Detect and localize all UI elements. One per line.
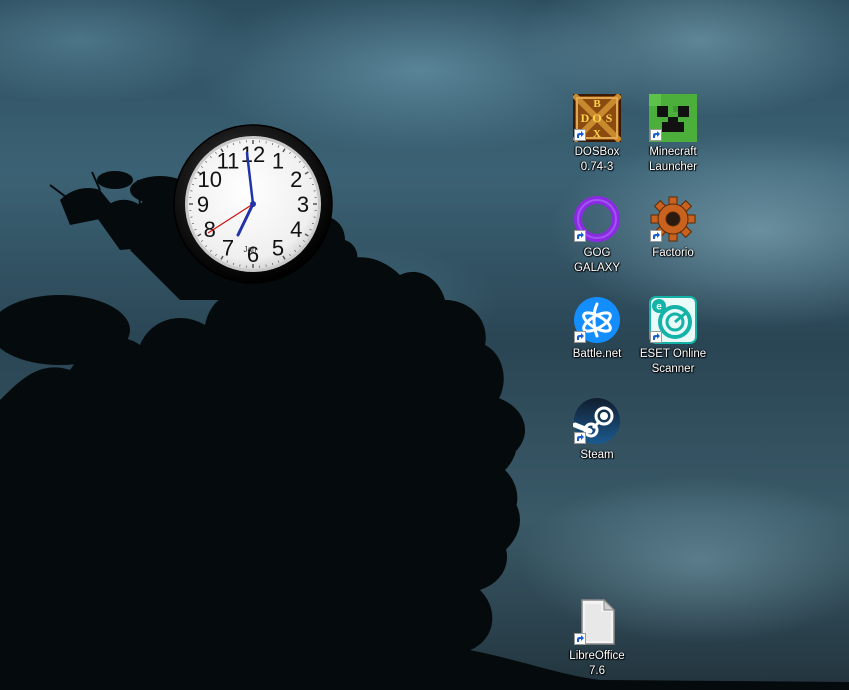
desktop-icon-label: LibreOffice 7.6 [569,650,625,677]
svg-text:S: S [606,111,613,125]
libreoffice-document-icon [573,598,621,646]
svg-text:O: O [592,111,601,125]
tree-silhouette [0,171,849,690]
shortcut-arrow-icon [574,230,586,242]
clock-numeral: 5 [272,235,284,260]
desktop-icon-label: DOSBox 0.74-3 [574,146,620,173]
gog-galaxy-ring-icon [573,195,621,243]
clock-numeral: 11 [217,149,240,174]
svg-text:X: X [593,128,601,140]
clock-numeral: 3 [297,192,309,217]
desktop-icon-label: Factorio [652,247,694,259]
eset-scanner-icon: e [649,296,697,344]
clock-numeral: 9 [197,192,209,217]
clock-numeral: 4 [290,217,302,242]
svg-text:B: B [593,98,601,110]
desktop-background: 12 1 2 3 4 5 6 7 8 9 10 11 Jan B D O S X DOSBox 0.7… [0,0,849,690]
dosbox-icon: B D O S X [571,92,623,144]
battlenet-icon [573,296,621,344]
shortcut-arrow-icon [574,331,586,343]
desktop-icon-minecraft[interactable]: Minecraft Launcher [636,94,710,175]
shortcut-arrow-icon [574,633,586,645]
desktop-icon-label: Minecraft Launcher [649,146,697,173]
shortcut-arrow-icon [650,230,662,242]
desktop-icon-label: ESET Online Scanner [639,348,707,375]
minecraft-creeper-icon [649,94,697,142]
svg-text:D: D [581,111,590,125]
svg-text:Jan: Jan [244,245,257,254]
svg-text:e: e [656,302,662,313]
desktop-icon-steam[interactable]: Steam [560,397,634,463]
shortcut-arrow-icon [574,129,586,141]
desktop-icon-libreoffice[interactable]: LibreOffice 7.6 [560,598,634,679]
desktop-icon-dosbox[interactable]: B D O S X DOSBox 0.74-3 [560,92,634,175]
clock-numeral: 2 [290,167,302,192]
steam-icon [572,397,621,445]
desktop-icon-battlenet[interactable]: Battle.net [560,296,634,362]
shortcut-arrow-icon [574,432,586,444]
clock-gadget[interactable]: 12 1 2 3 4 5 6 7 8 9 10 11 Jan [172,123,334,285]
desktop-icon-label: Steam [580,449,614,461]
desktop-icon-label: Battle.net [572,348,622,360]
shortcut-arrow-icon [650,129,662,141]
clock-numeral: 12 [241,142,265,167]
desktop-icon-gog-galaxy[interactable]: GOG GALAXY [560,195,634,276]
factorio-gear-icon [649,195,697,243]
desktop-icon-eset-online-scanner[interactable]: e ESET Online Scanner [636,296,710,377]
shortcut-arrow-icon [650,331,662,343]
clock-numeral: 7 [222,235,234,260]
desktop-icon-factorio[interactable]: Factorio [636,195,710,261]
desktop-icon-label: GOG GALAXY [573,247,621,274]
clock-numeral: 1 [272,149,284,174]
analog-clock-face: 12 1234567891011 Jan [173,124,333,284]
